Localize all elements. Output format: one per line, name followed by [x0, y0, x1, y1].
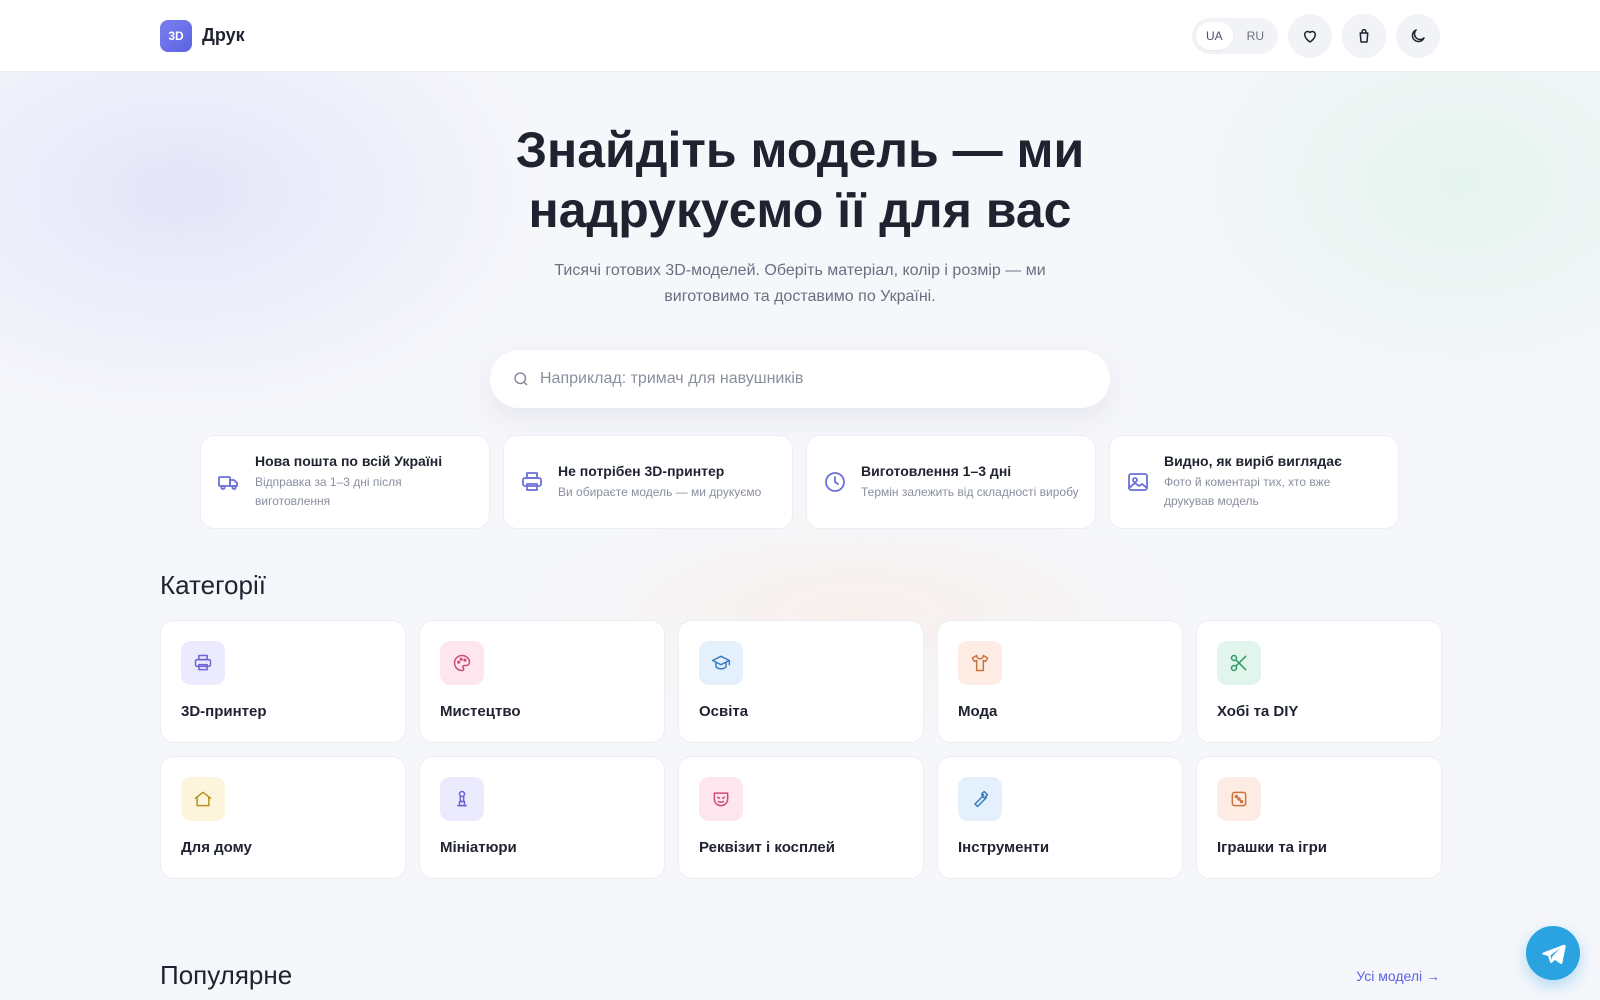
search-bar: [490, 350, 1110, 408]
home-icon: [194, 791, 212, 807]
category-label: Мода: [958, 703, 998, 720]
lang-ua-button[interactable]: UA: [1195, 21, 1233, 50]
image-icon: [1128, 473, 1148, 491]
category-icon-wrap: [958, 641, 1002, 685]
feature-desc: Термін залежить від складності виробу: [861, 484, 1079, 499]
hero: Знайдіть модель — ми надрукуємо її для в…: [0, 120, 1600, 408]
category-card-3d-printer[interactable]: 3D-принтер: [160, 620, 406, 743]
feature-title: Не потрібен 3D-принтер: [558, 462, 725, 479]
theme-toggle-button[interactable]: [1396, 13, 1440, 58]
favorites-button[interactable]: [1288, 13, 1332, 58]
popular-header: Популярне Усі моделі →: [160, 960, 1440, 991]
category-label: Для дому: [181, 839, 252, 856]
telegram-button[interactable]: [1526, 926, 1580, 980]
truck-icon: [218, 476, 238, 490]
category-icon-wrap: [181, 641, 225, 685]
features-row: Нова пошта по всій Україні Відправка за …: [200, 435, 1400, 529]
logo-badge: 3D: [160, 19, 192, 52]
feature-card: Не потрібен 3D-принтер Ви обираєте модел…: [503, 435, 793, 529]
site-header: 3D Друк UA RU: [0, 0, 1600, 72]
category-card-cosplay[interactable]: Реквізит і косплей: [678, 756, 924, 879]
scissors-icon: [1230, 654, 1247, 672]
language-switcher: UA RU: [1191, 17, 1278, 54]
feature-card: Видно, як виріб виглядає Фото й коментар…: [1109, 435, 1399, 529]
category-label: 3D-принтер: [181, 703, 267, 720]
logo-text: Друк: [202, 25, 245, 45]
printer-icon: [194, 654, 212, 671]
categories-title: Категорії: [160, 570, 266, 600]
category-card-tools[interactable]: Інструменти: [937, 756, 1183, 879]
category-icon-wrap: [958, 777, 1002, 821]
feature-title: Видно, як виріб виглядає: [1164, 453, 1342, 469]
category-label: Освіта: [699, 703, 749, 720]
hero-subtitle: Тисячі готових 3D-моделей. Оберіть матер…: [554, 262, 1046, 305]
printer-icon: [522, 472, 542, 491]
category-card-hobby[interactable]: Хобі та DIY: [1196, 620, 1442, 743]
category-icon-wrap: [699, 641, 743, 685]
clock-icon: [825, 472, 845, 492]
feature-desc: Фото й коментарі тих, хто вже друкував м…: [1164, 475, 1331, 508]
category-card-fashion[interactable]: Мода: [937, 620, 1183, 743]
hero-title: Знайдіть модель — ми надрукуємо її для в…: [515, 122, 1085, 238]
all-models-link[interactable]: Усі моделі →: [1356, 968, 1440, 984]
graduation-cap-icon: [711, 655, 731, 670]
heart-icon: [1304, 30, 1316, 43]
feature-card: Виготовлення 1–3 дні Термін залежить від…: [806, 435, 1096, 529]
feature-desc: Відправка за 1–3 дні після виготовлення: [255, 475, 402, 508]
miniature-icon: [457, 790, 467, 807]
palette-icon: [453, 654, 471, 672]
dice-icon: [1231, 791, 1247, 807]
category-icon-wrap: [440, 641, 484, 685]
popular-title: Популярне: [160, 960, 293, 990]
category-label: Інструменти: [958, 839, 1050, 856]
category-card-toys[interactable]: Іграшки та ігри: [1196, 756, 1442, 879]
header-actions: UA RU: [1191, 13, 1440, 58]
lang-ru-button[interactable]: RU: [1237, 22, 1274, 50]
category-label: Мистецтво: [440, 703, 521, 720]
category-icon-wrap: [1217, 641, 1261, 685]
categories-grid: 3D-принтер Мистецтво Освіта Мода Хобі та…: [160, 620, 1442, 879]
category-label: Мініатюри: [440, 839, 517, 856]
category-icon-wrap: [181, 777, 225, 821]
feature-card: Нова пошта по всій Україні Відправка за …: [200, 435, 490, 529]
category-icon-wrap: [1217, 777, 1261, 821]
category-card-miniatures[interactable]: Мініатюри: [419, 756, 665, 879]
category-card-education[interactable]: Освіта: [678, 620, 924, 743]
mask-icon: [713, 792, 729, 807]
search-input[interactable]: [540, 370, 1088, 388]
telegram-icon: [1542, 944, 1566, 964]
category-label: Іграшки та ігри: [1217, 839, 1327, 856]
search-icon: [514, 372, 528, 386]
feature-title: Виготовлення 1–3 дні: [861, 462, 1012, 479]
moon-icon: [1411, 28, 1425, 42]
wrench-icon: [974, 790, 989, 808]
category-label: Реквізит і косплей: [699, 839, 835, 856]
feature-title: Нова пошта по всій Україні: [255, 453, 443, 469]
category-card-art[interactable]: Мистецтво: [419, 620, 665, 743]
category-label: Хобі та DIY: [1217, 703, 1299, 720]
category-icon-wrap: [699, 777, 743, 821]
shirt-icon: [971, 654, 989, 672]
logo[interactable]: 3D Друк: [160, 19, 245, 52]
category-card-home[interactable]: Для дому: [160, 756, 406, 879]
category-icon-wrap: [440, 777, 484, 821]
bag-icon: [1359, 28, 1369, 43]
cart-button[interactable]: [1342, 13, 1386, 58]
feature-desc: Ви обираєте модель — ми друкуємо: [558, 484, 762, 499]
